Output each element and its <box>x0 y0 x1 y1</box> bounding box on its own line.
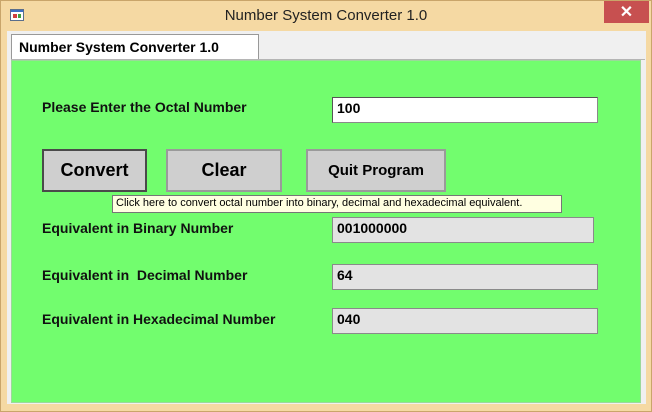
convert-button[interactable]: Convert <box>42 149 147 192</box>
decimal-label: Equivalent in Decimal Number <box>42 267 248 283</box>
hex-label: Equivalent in Hexadecimal Number <box>42 311 276 327</box>
hex-output[interactable]: 040 <box>332 308 598 334</box>
client-area: Number System Converter 1.0 Please Enter… <box>7 31 646 404</box>
clear-button[interactable]: Clear <box>166 149 282 192</box>
binary-output[interactable]: 001000000 <box>332 217 594 243</box>
window-title: Number System Converter 1.0 <box>224 7 428 24</box>
close-icon: ✕ <box>619 4 634 21</box>
app-window: Number System Converter 1.0 ✕ Number Sys… <box>0 0 652 412</box>
decimal-output[interactable]: 64 <box>332 264 598 290</box>
convert-tooltip: Click here to convert octal number into … <box>112 195 562 213</box>
octal-label: Please Enter the Octal Number <box>42 99 247 115</box>
quit-program-button[interactable]: Quit Program <box>306 149 446 192</box>
octal-input[interactable]: 100 <box>332 97 598 123</box>
converter-panel: Please Enter the Octal Number 100 Conver… <box>11 60 641 403</box>
title-bar[interactable]: Number System Converter 1.0 ✕ <box>1 1 651 31</box>
tab-label: Number System Converter 1.0 <box>19 39 219 55</box>
tab-converter[interactable]: Number System Converter 1.0 <box>11 34 259 61</box>
close-button[interactable]: ✕ <box>604 1 649 23</box>
binary-label: Equivalent in Binary Number <box>42 220 234 236</box>
